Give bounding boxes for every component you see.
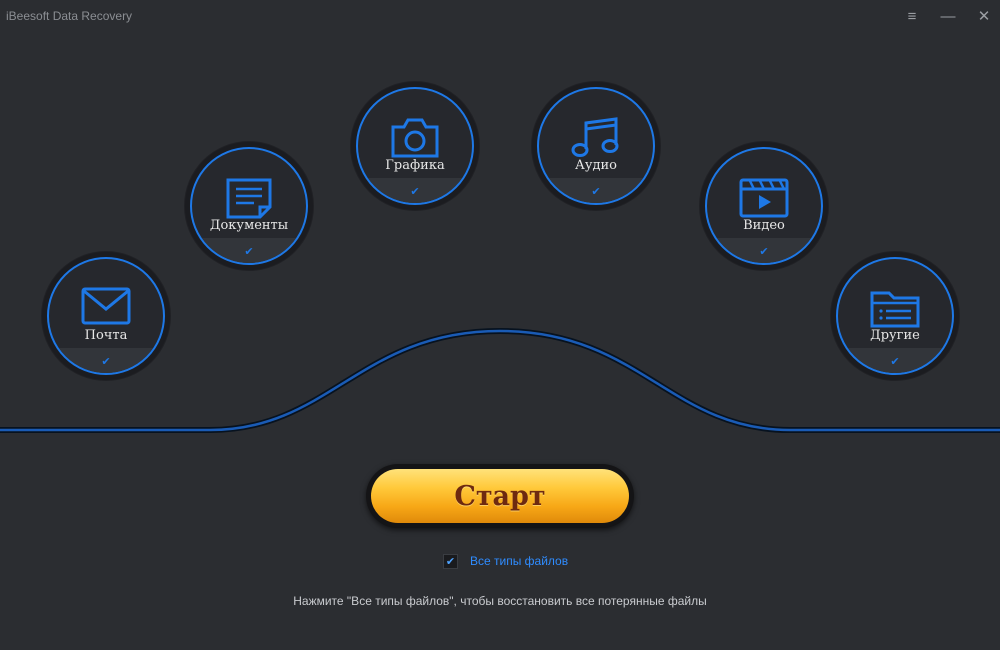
category-label: Графика [385,158,445,173]
menu-icon[interactable]: ≡ [902,7,922,27]
folder-icon [838,287,952,329]
start-button-frame: Старт [366,464,634,528]
category-other[interactable]: Другие ✔ [831,252,959,380]
start-button[interactable]: Старт [371,469,629,523]
camera-icon [358,117,472,159]
music-note-icon [539,117,653,159]
app-title: iBeesoft Data Recovery [6,9,133,23]
checkmark-icon: ✔ [890,356,900,368]
category-graphics[interactable]: Графика ✔ [351,82,479,210]
hint-text: Нажмите "Все типы файлов", чтобы восстан… [293,594,707,608]
close-icon[interactable]: ✕ [974,7,994,27]
category-video[interactable]: Видео ✔ [700,142,828,270]
category-audio[interactable]: Аудио ✔ [532,82,660,210]
category-label: Почта [84,328,128,343]
category-label: Другие [870,328,920,343]
category-mail[interactable]: Почта ✔ [42,252,170,380]
category-label: Документы [209,218,289,233]
checkmark-icon: ✔ [410,186,420,198]
start-button-label: Старт [454,480,546,512]
document-icon [192,177,306,219]
checkmark-icon: ✔ [244,246,254,258]
all-types-label[interactable]: Все типы файлов [470,554,568,568]
category-label: Аудио [575,158,617,173]
video-clapper-icon [707,177,821,219]
checkmark-icon: ✔ [101,356,111,368]
all-types-checkbox[interactable]: ✔ [443,553,458,569]
checkmark-icon: ✔ [591,186,601,198]
checkmark-icon: ✔ [759,246,769,258]
title-bar: iBeesoft Data Recovery ≡ — ✕ [0,0,1000,34]
all-types-option[interactable]: ✔ Все типы файлов [443,553,568,569]
category-label: Видео [743,218,785,233]
category-documents[interactable]: Документы ✔ [185,142,313,270]
minimize-icon[interactable]: — [938,7,958,27]
envelope-icon [49,287,163,329]
